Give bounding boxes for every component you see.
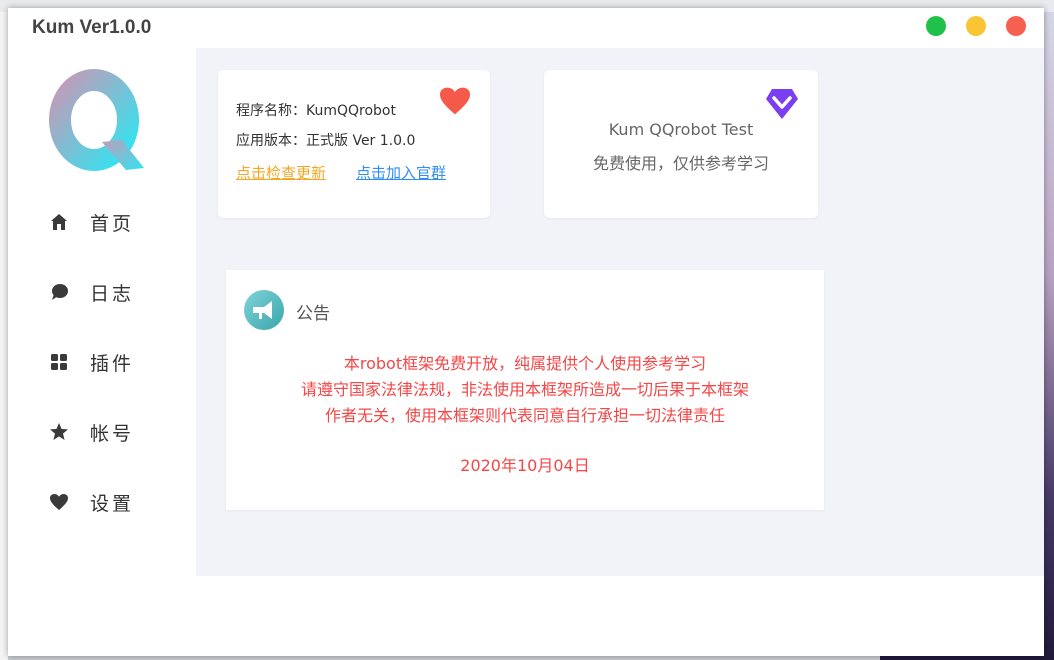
- sidebar-item-home[interactable]: 首页: [48, 204, 178, 240]
- content-footer-area: [196, 576, 1044, 656]
- test-card-title: Kum QQrobot Test: [608, 120, 754, 139]
- maximize-button[interactable]: [926, 16, 946, 36]
- sidebar-item-label: 首页: [90, 212, 135, 235]
- diamond-icon: [764, 85, 800, 125]
- app-logo: [48, 68, 148, 178]
- sidebar-item-label: 设置: [90, 492, 135, 515]
- test-card: Kum QQrobot Test 免费使用，仅供参考学习: [544, 70, 818, 218]
- main-content: 程序名称：KumQQrobot 应用版本：正式版 Ver 1.0.0 点击检查更…: [196, 48, 1044, 576]
- sidebar-item-account[interactable]: 帐号: [48, 414, 178, 450]
- notice-line: 作者无关，使用本框架则代表同意自行承担一切法律责任: [324, 406, 725, 425]
- chat-bubble-icon: [48, 281, 70, 303]
- sidebar: 首页 日志 插件 帐号 设置: [8, 48, 196, 656]
- sidebar-item-log[interactable]: 日志: [48, 274, 178, 310]
- window-title: Kum Ver1.0.0: [32, 17, 152, 38]
- grid-icon: [48, 351, 70, 373]
- minimize-button[interactable]: [966, 16, 986, 36]
- star-icon: [48, 421, 70, 443]
- sidebar-item-label: 日志: [90, 282, 135, 305]
- notice-card: 公告 本robot框架免费开放，纯属提供个人使用参考学习 请遵守国家法律法规，非…: [226, 270, 824, 510]
- app-window: Kum Ver1.0.0 首页 日志 插件 帐号 设置 程序名称：KumQQro…: [8, 8, 1044, 656]
- heart-icon: [48, 491, 70, 513]
- app-info-card: 程序名称：KumQQrobot 应用版本：正式版 Ver 1.0.0 点击检查更…: [218, 70, 490, 218]
- program-name: 程序名称：KumQQrobot: [236, 103, 396, 119]
- join-group-link[interactable]: 点击加入官群: [356, 162, 446, 183]
- sidebar-item-plugins[interactable]: 插件: [48, 344, 178, 380]
- sidebar-item-label: 帐号: [90, 422, 135, 445]
- close-button[interactable]: [1006, 16, 1026, 36]
- title-bar: Kum Ver1.0.0: [8, 8, 1044, 48]
- heart-icon: [438, 86, 472, 120]
- home-icon: [48, 211, 70, 233]
- notice-date: 2020年10月04日: [460, 456, 590, 475]
- notice-title: 公告: [296, 304, 330, 324]
- sidebar-item-label: 插件: [90, 352, 135, 375]
- sidebar-item-settings[interactable]: 设置: [48, 484, 178, 520]
- megaphone-icon: [244, 290, 284, 330]
- background-left-strip: [0, 12, 8, 660]
- check-update-link[interactable]: 点击检查更新: [236, 162, 326, 183]
- app-version: 应用版本：正式版 Ver 1.0.0: [236, 133, 416, 149]
- notice-line: 本robot框架免费开放，纯属提供个人使用参考学习: [343, 354, 707, 373]
- notice-line: 请遵守国家法律法规，非法使用本框架所造成一切后果于本框架: [300, 380, 749, 399]
- test-card-subtitle: 免费使用，仅供参考学习: [592, 154, 769, 173]
